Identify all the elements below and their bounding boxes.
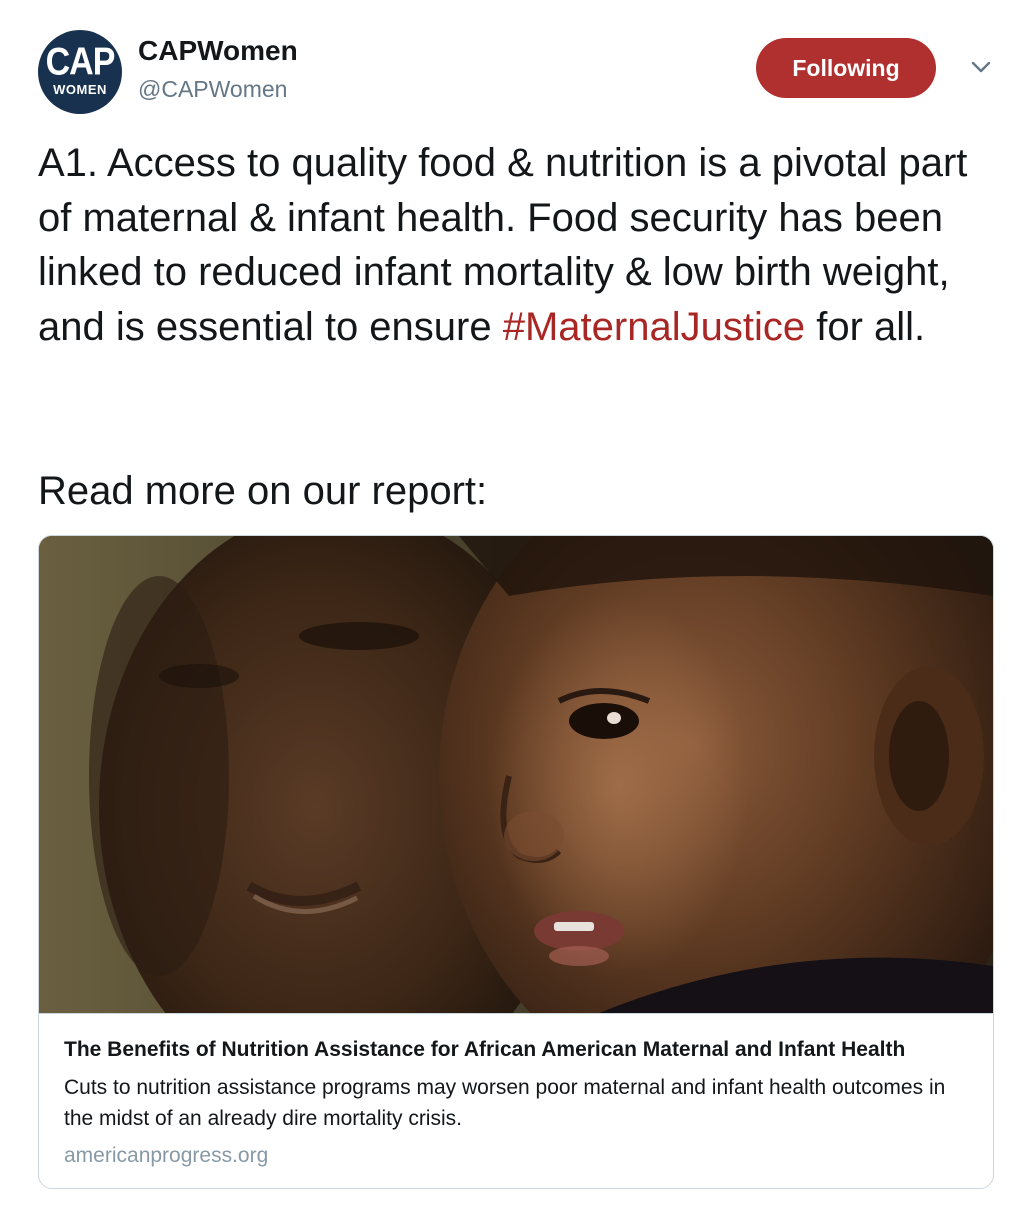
card-description: Cuts to nutrition assistance programs ma… <box>64 1076 946 1130</box>
tweet-text: A1. Access to quality food & nutrition i… <box>38 136 998 354</box>
user-handle[interactable]: @CAPWomen <box>138 74 287 104</box>
avatar-logo-subtext: WOMEN <box>53 82 107 97</box>
card-image[interactable] <box>39 536 993 1013</box>
following-button[interactable]: Following <box>756 38 936 98</box>
card-domain: americanprogress.org <box>64 1144 269 1167</box>
read-more-text: Read more on our report: <box>38 469 488 513</box>
avatar-logo-text: CAP <box>45 40 116 84</box>
hashtag-link[interactable]: #MaternalJustice <box>503 305 805 349</box>
chevron-down-icon[interactable] <box>968 54 994 80</box>
card-title[interactable]: The Benefits of Nutrition Assistance for… <box>64 1036 969 1064</box>
tweet-text-tail: for all. <box>805 304 926 349</box>
link-card[interactable]: The Benefits of Nutrition Assistance for… <box>38 535 994 1189</box>
avatar[interactable]: CAP WOMEN <box>38 30 122 114</box>
card-photo <box>39 536 993 1013</box>
card-body: The Benefits of Nutrition Assistance for… <box>39 1013 993 1188</box>
display-name[interactable]: CAPWomen <box>138 34 298 68</box>
tweet-header: CAP WOMEN CAPWomen @CAPWomen Following <box>38 30 998 114</box>
